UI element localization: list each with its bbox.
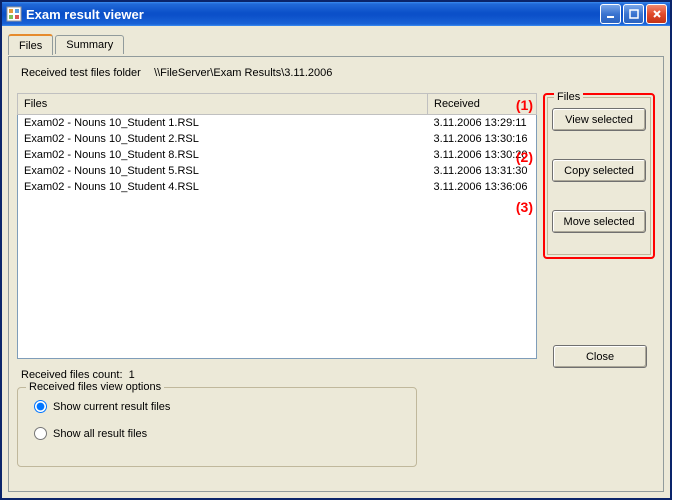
tab-summary[interactable]: Summary: [55, 35, 124, 54]
files-action-group: Files View selected Copy selected Move s…: [547, 97, 651, 255]
radio-all[interactable]: [34, 427, 47, 440]
close-button[interactable]: Close: [553, 345, 647, 368]
table-row[interactable]: Exam02 - Nouns 10_Student 1.RSL 3.11.200…: [18, 115, 537, 132]
annotation-1: (1): [516, 97, 533, 113]
cell-file: Exam02 - Nouns 10_Student 4.RSL: [18, 179, 428, 195]
cell-file: Exam02 - Nouns 10_Student 1.RSL: [18, 115, 428, 132]
view-options-legend: Received files view options: [26, 381, 164, 393]
radio-current[interactable]: [34, 400, 47, 413]
col-header-files[interactable]: Files: [18, 94, 428, 115]
cell-file: Exam02 - Nouns 10_Student 8.RSL: [18, 147, 428, 163]
table-row[interactable]: Exam02 - Nouns 10_Student 8.RSL 3.11.200…: [18, 147, 537, 163]
view-selected-button[interactable]: View selected: [552, 108, 646, 131]
radio-current-row[interactable]: Show current result files: [34, 400, 416, 413]
cell-file: Exam02 - Nouns 10_Student 2.RSL: [18, 131, 428, 147]
folder-line: Received test files folder \\FileServer\…: [21, 67, 655, 79]
window-buttons: [600, 4, 670, 24]
maximize-button[interactable]: [623, 4, 644, 24]
received-count-value: 1: [129, 369, 135, 381]
tab-bar: Files Summary: [8, 32, 664, 54]
window-title: Exam result viewer: [26, 7, 600, 22]
minimize-button[interactable]: [600, 4, 621, 24]
right-pane: Files View selected Copy selected Move s…: [543, 93, 655, 359]
cell-received: 3.11.2006 13:30:16: [428, 131, 537, 147]
tab-body-files: Received test files folder \\FileServer\…: [8, 56, 664, 492]
file-table[interactable]: Files Received Exam02 - Nouns 10_Student…: [17, 93, 537, 359]
move-selected-button[interactable]: Move selected: [552, 210, 646, 233]
radio-all-row[interactable]: Show all result files: [34, 427, 416, 440]
table-row[interactable]: Exam02 - Nouns 10_Student 4.RSL 3.11.200…: [18, 179, 537, 195]
folder-path: \\FileServer\Exam Results\3.11.2006: [154, 67, 332, 79]
app-icon: [6, 6, 22, 22]
table-row[interactable]: Exam02 - Nouns 10_Student 5.RSL 3.11.200…: [18, 163, 537, 179]
folder-label: Received test files folder: [21, 67, 151, 79]
received-count-line: Received files count: 1: [21, 369, 135, 381]
radio-current-label: Show current result files: [53, 401, 170, 413]
files-group-legend: Files: [554, 91, 583, 103]
copy-selected-button[interactable]: Copy selected: [552, 159, 646, 182]
cell-received: 3.11.2006 13:29:11: [428, 115, 537, 132]
received-count-label: Received files count:: [21, 369, 123, 381]
cell-received: 3.11.2006 13:36:06: [428, 179, 537, 195]
cell-received: 3.11.2006 13:31:30: [428, 163, 537, 179]
view-options-group: Received files view options Show current…: [17, 387, 417, 467]
close-window-button[interactable]: [646, 4, 667, 24]
annotation-2: (2): [516, 149, 533, 165]
file-list: Files Received Exam02 - Nouns 10_Student…: [17, 93, 537, 359]
client-area: Files Summary Received test files folder…: [2, 26, 670, 498]
annotation-3: (3): [516, 199, 533, 215]
files-action-highlight: Files View selected Copy selected Move s…: [543, 93, 655, 259]
app-window: Exam result viewer Files Summary Receive…: [0, 0, 672, 500]
table-row[interactable]: Exam02 - Nouns 10_Student 2.RSL 3.11.200…: [18, 131, 537, 147]
title-bar: Exam result viewer: [2, 2, 670, 26]
cell-file: Exam02 - Nouns 10_Student 5.RSL: [18, 163, 428, 179]
tab-files[interactable]: Files: [8, 34, 53, 55]
content-row: Files Received Exam02 - Nouns 10_Student…: [17, 93, 655, 359]
radio-all-label: Show all result files: [53, 428, 147, 440]
